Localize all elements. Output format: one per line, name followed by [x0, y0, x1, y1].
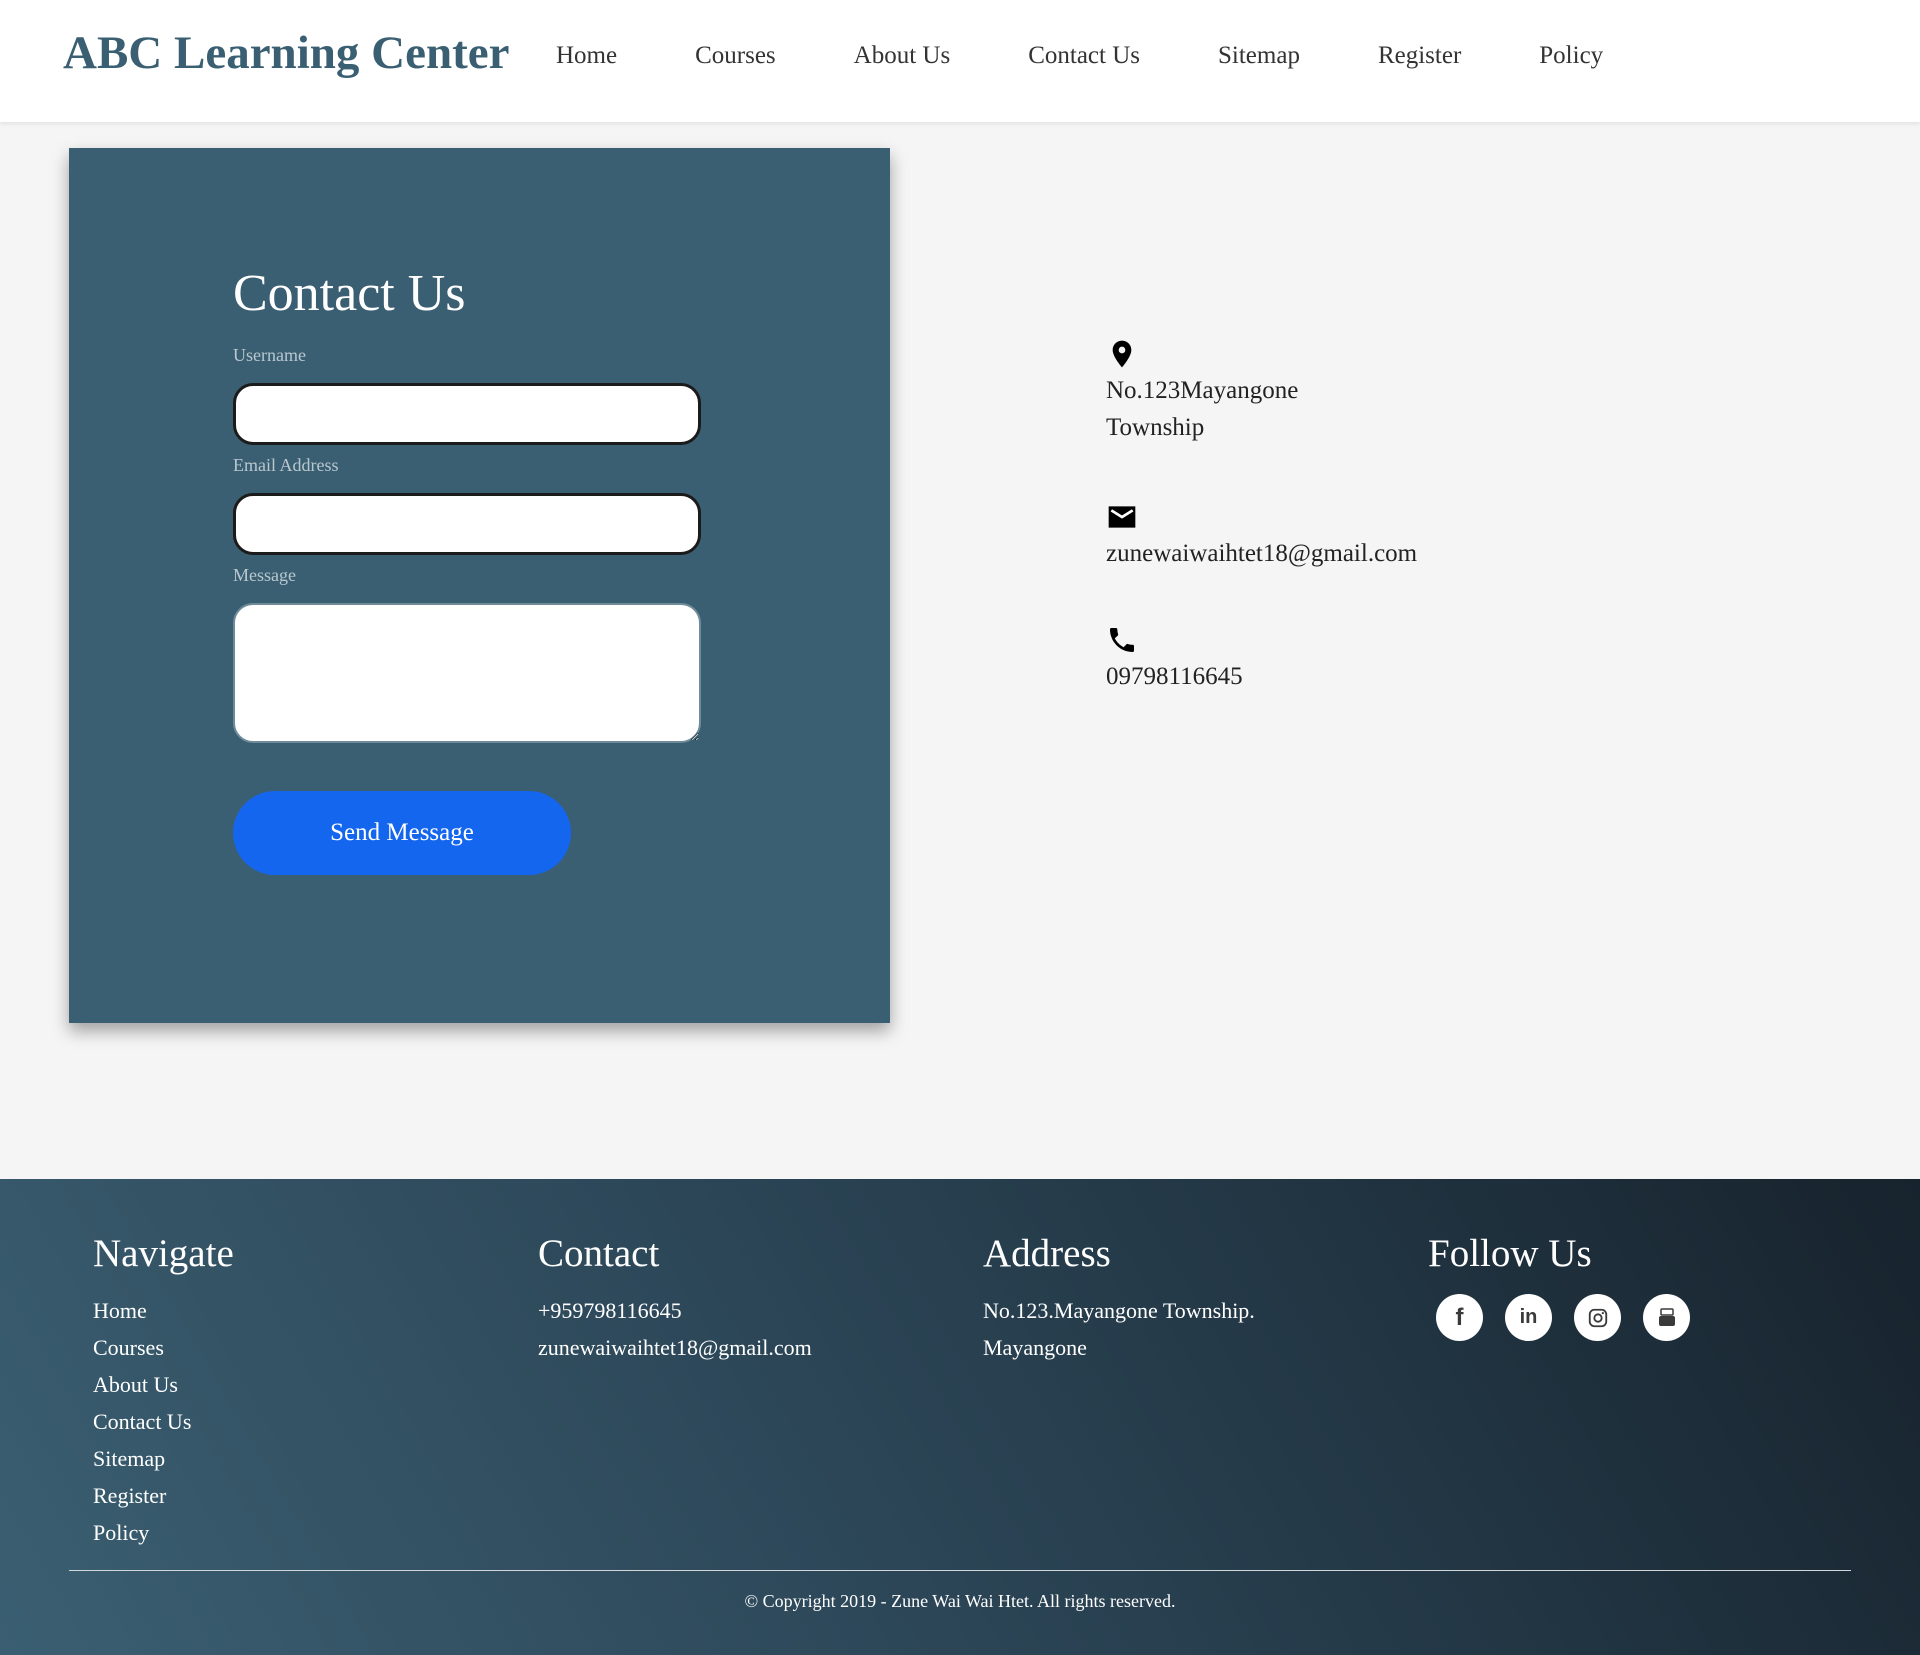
site-footer: Navigate Home Courses About Us Contact U… [0, 1179, 1920, 1655]
email-info: zunewaiwaihtet18@gmail.com [1106, 501, 1417, 572]
site-header: ABC Learning Center Home Courses About U… [0, 0, 1920, 122]
facebook-glyph: f [1455, 1303, 1464, 1331]
footer-contact-title: Contact [538, 1232, 660, 1275]
contact-form-title: Contact Us [233, 265, 466, 322]
footer-navigate: Navigate Home Courses About Us Contact U… [93, 1231, 234, 1551]
youtube-glyph [1658, 1307, 1675, 1326]
nav-sitemap[interactable]: Sitemap [1218, 42, 1300, 70]
footer-address-line-1: No.123.Mayangone Township. [983, 1298, 1255, 1323]
footer-address-title: Address [983, 1232, 1111, 1275]
footer-link-policy[interactable]: Policy [93, 1520, 149, 1545]
instagram-icon[interactable] [1574, 1294, 1621, 1341]
nav-contact-us[interactable]: Contact Us [1028, 42, 1140, 70]
footer-email: zunewaiwaihtet18@gmail.com [538, 1335, 812, 1360]
message-textarea[interactable] [233, 603, 701, 743]
address-info: No.123Mayangone Township [1106, 338, 1298, 446]
username-input[interactable] [233, 383, 701, 445]
footer-contact: Contact +959798116645 zunewaiwaihtet18@g… [538, 1231, 812, 1366]
footer-link-home[interactable]: Home [93, 1298, 147, 1323]
footer-link-register[interactable]: Register [93, 1483, 166, 1508]
footer-link-courses[interactable]: Courses [93, 1335, 164, 1360]
footer-link-about-us[interactable]: About Us [93, 1372, 178, 1397]
phone-icon [1110, 628, 1134, 652]
linkedin-icon[interactable]: in [1505, 1294, 1552, 1341]
phone-text: 09798116645 [1106, 663, 1243, 690]
facebook-icon[interactable]: f [1436, 1294, 1483, 1341]
address-line-2: Township [1106, 414, 1205, 441]
email-text: zunewaiwaihtet18@gmail.com [1106, 540, 1418, 567]
footer-follow: Follow Us f in [1428, 1231, 1712, 1341]
copyright-text: © Copyright 2019 - Zune Wai Wai Htet. Al… [744, 1591, 1176, 1611]
youtube-icon[interactable] [1643, 1294, 1690, 1341]
contact-form-card: Contact Us Username Email Address Messag… [69, 148, 890, 1023]
footer-navigate-title: Navigate [93, 1232, 234, 1275]
footer-link-contact-us[interactable]: Contact Us [93, 1409, 191, 1434]
site-logo[interactable]: ABC Learning Center [63, 26, 509, 80]
linkedin-glyph: in [1519, 1306, 1538, 1328]
email-label: Email Address [233, 455, 339, 475]
send-message-button[interactable]: Send Message [233, 791, 571, 875]
footer-link-sitemap[interactable]: Sitemap [93, 1446, 165, 1471]
username-label: Username [233, 345, 306, 365]
nav-policy[interactable]: Policy [1539, 42, 1603, 70]
footer-address: Address No.123.Mayangone Township. Mayan… [983, 1231, 1255, 1366]
email-input[interactable] [233, 493, 701, 555]
location-pin-icon [1112, 340, 1132, 368]
nav-about-us[interactable]: About Us [854, 42, 951, 70]
nav-home[interactable]: Home [556, 42, 617, 70]
instagram-glyph [1588, 1308, 1607, 1327]
nav-register[interactable]: Register [1378, 42, 1461, 70]
footer-phone: +959798116645 [538, 1298, 682, 1323]
footer-follow-title: Follow Us [1428, 1232, 1592, 1275]
footer-address-line-2: Mayangone [983, 1335, 1087, 1360]
footer-divider [69, 1570, 1851, 1571]
address-line-1: No.123Mayangone [1106, 377, 1299, 404]
message-label: Message [233, 565, 296, 585]
phone-info: 09798116645 [1106, 624, 1243, 695]
main-nav: Home Courses About Us Contact Us Sitemap… [556, 42, 1681, 70]
nav-courses[interactable]: Courses [695, 42, 776, 70]
social-links: f in [1436, 1294, 1712, 1341]
envelope-icon [1108, 506, 1136, 528]
